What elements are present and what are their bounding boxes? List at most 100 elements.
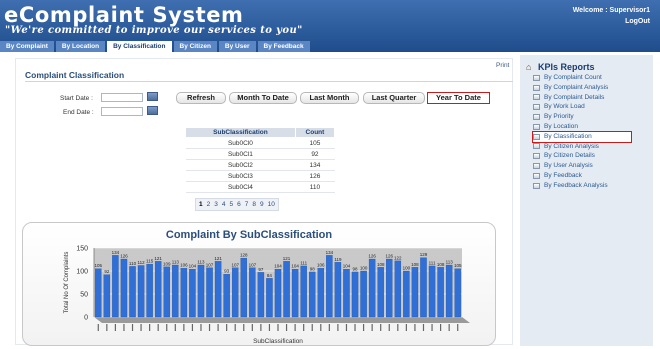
year-to-date-button[interactable]: Year To Date <box>427 92 490 104</box>
bar-value-label: 119 <box>334 257 342 262</box>
tab-by-user[interactable]: By User <box>218 41 256 52</box>
bar-value-label: 108 <box>411 262 419 267</box>
tab-by-feedback[interactable]: By Feedback <box>257 41 310 52</box>
report-icon <box>533 133 540 140</box>
logout-link[interactable]: LogOut <box>625 18 650 25</box>
kpi-item-label: By Feedback <box>544 171 582 179</box>
chart-bar <box>172 264 179 318</box>
kpi-item-feedback[interactable]: By Feedback <box>533 171 653 181</box>
chart-bar <box>163 266 170 318</box>
app-tagline: "We're committed to improve our services… <box>5 25 303 36</box>
bar-value-label: 92 <box>104 269 110 274</box>
bar-value-label: 98 <box>353 266 359 271</box>
kpi-item-classification[interactable]: By Classification <box>532 130 632 143</box>
kpi-item-label: By Complaint Analysis <box>544 83 609 91</box>
chart-bar <box>197 264 205 318</box>
tab-by-location[interactable]: By Location <box>55 41 106 52</box>
kpi-item-citizen-analysis[interactable]: By Citizen Analysis <box>533 142 653 152</box>
page-link-4[interactable]: 4 <box>222 201 226 208</box>
page-link-8[interactable]: 8 <box>252 201 256 208</box>
cell-subclassification: Sub0Cl0 <box>185 137 296 149</box>
y-tick-label: 0 <box>84 315 88 322</box>
page-link-9[interactable]: 9 <box>260 201 264 208</box>
bar-value-label: 107 <box>231 262 239 267</box>
tab-by-citizen[interactable]: By Citizen <box>173 41 217 52</box>
report-icon <box>533 153 540 160</box>
bar-value-label: 113 <box>446 260 454 265</box>
bar-value-label: 100 <box>403 266 411 271</box>
cell-count: 92 <box>295 148 335 160</box>
last-quarter-button[interactable]: Last Quarter <box>363 92 425 104</box>
cell-subclassification: Sub0Cl4 <box>185 181 296 193</box>
page-link-7[interactable]: 7 <box>245 201 249 208</box>
chart-bar <box>231 267 239 318</box>
bar-value-label: 106 <box>317 263 325 268</box>
end-date-field[interactable] <box>101 107 143 116</box>
chart-bar <box>129 266 136 318</box>
print-link[interactable]: Print <box>496 62 509 69</box>
chart-bar <box>386 258 393 318</box>
app-header: eComplaint System "We're committed to im… <box>0 0 660 52</box>
chart-bar <box>445 264 453 318</box>
page-link-3[interactable]: 3 <box>214 201 218 208</box>
classification-table: SubClassification Count Sub0Cl0 105 Sub0C… <box>185 127 336 193</box>
end-date-label: End Date : <box>63 109 94 116</box>
page-link-5[interactable]: 5 <box>230 201 234 208</box>
cell-subclassification: Sub0Cl3 <box>185 170 296 182</box>
kpi-item-complaint-count[interactable]: By Complaint Count <box>533 73 653 83</box>
chart-bar <box>240 257 247 318</box>
chart-bar <box>334 262 342 318</box>
chart-bar <box>266 278 273 318</box>
bar-value-label: 98 <box>310 266 316 271</box>
report-icon <box>533 74 540 81</box>
column-header-count[interactable]: Count <box>294 127 336 138</box>
chart-bar <box>120 258 128 318</box>
welcome-text: Welcome : Supervisor1 <box>572 7 650 14</box>
bar-value-label: 126 <box>385 254 393 259</box>
page-link-10[interactable]: 10 <box>268 201 275 208</box>
chart-bar <box>411 267 419 318</box>
column-header-subclassification[interactable]: SubClassification <box>185 127 296 138</box>
chart-bar <box>137 265 145 318</box>
chart-bar <box>206 267 213 318</box>
kpi-item-citizen-details[interactable]: By Citizen Details <box>533 151 653 161</box>
last-month-button[interactable]: Last Month <box>300 92 359 104</box>
cell-count: 110 <box>295 181 335 193</box>
bar-value-label: 84 <box>267 273 273 278</box>
kpi-item-feedback-analysis[interactable]: By Feedback Analysis <box>533 181 653 191</box>
kpi-item-user-analysis[interactable]: By User Analysis <box>533 161 653 171</box>
start-date-field[interactable] <box>101 93 143 102</box>
kpi-item-complaint-details[interactable]: By Complaint Details <box>533 93 653 103</box>
tab-by-complaint[interactable]: By Complaint <box>0 41 54 52</box>
page-link-6[interactable]: 6 <box>237 201 241 208</box>
kpi-report-list: By Complaint Count By Complaint Analysis… <box>532 73 653 191</box>
report-icon <box>533 114 540 121</box>
kpi-item-priority[interactable]: By Priority <box>533 112 653 122</box>
chart-bar <box>343 269 350 318</box>
bar-value-label: 109 <box>163 261 171 266</box>
refresh-button[interactable]: Refresh <box>176 92 226 104</box>
chart-bar <box>420 257 427 318</box>
kpi-item-complaint-analysis[interactable]: By Complaint Analysis <box>533 83 653 93</box>
chart-bar <box>368 258 376 318</box>
kpi-item-location[interactable]: By Location <box>533 122 653 132</box>
kpi-item-work-load[interactable]: By Work Load <box>533 102 653 112</box>
chart-bar <box>360 270 367 318</box>
end-date-calendar-icon[interactable] <box>147 106 158 115</box>
y-tick-label: 50 <box>80 292 88 299</box>
report-icon <box>533 143 540 150</box>
cell-count: 126 <box>295 170 335 182</box>
table-row: Sub0Cl2 134 <box>185 159 335 171</box>
bar-value-label: 128 <box>240 253 248 258</box>
start-date-calendar-icon[interactable] <box>147 92 158 101</box>
chart-bar <box>437 267 444 318</box>
month-to-date-button[interactable]: Month To Date <box>229 92 297 104</box>
bar-value-label: 122 <box>394 255 402 260</box>
plot-floor <box>94 317 470 323</box>
bar-value-label: 134 <box>326 250 334 255</box>
table-row: Sub0Cl1 92 <box>185 148 335 160</box>
page-link-1[interactable]: 1 <box>199 201 203 208</box>
page-link-2[interactable]: 2 <box>207 201 211 208</box>
tab-by-classification[interactable]: By Classification <box>107 41 172 52</box>
cell-count: 134 <box>295 159 335 171</box>
